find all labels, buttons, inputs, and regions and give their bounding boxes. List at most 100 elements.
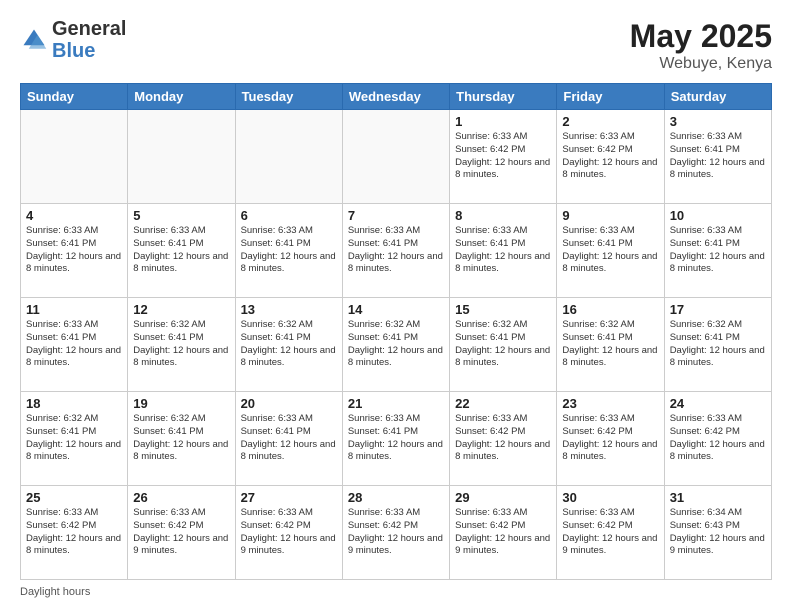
calendar-header-wednesday: Wednesday [342, 84, 449, 110]
day-info: Sunrise: 6:34 AM Sunset: 6:43 PM Dayligh… [670, 507, 766, 558]
calendar-cell: 4Sunrise: 6:33 AM Sunset: 6:41 PM Daylig… [21, 204, 128, 298]
day-number: 10 [670, 208, 766, 223]
day-number: 13 [241, 302, 337, 317]
day-info: Sunrise: 6:33 AM Sunset: 6:41 PM Dayligh… [241, 225, 337, 276]
calendar-week-5: 25 Sunrise: 6:33 AM Sunset: 6:42 PM Dayli… [21, 486, 772, 580]
calendar-cell: 5Sunrise: 6:33 AM Sunset: 6:41 PM Daylig… [128, 204, 235, 298]
calendar-cell: 15 Sunrise: 6:32 AM Sunset: 6:41 PM Dayli… [450, 298, 557, 392]
day-number: 2 [562, 114, 658, 129]
title-month: May 2025 [630, 18, 772, 55]
calendar-cell: 6 Sunrise: 6:33 AM Sunset: 6:41 PM Daylig… [235, 204, 342, 298]
day-number: 27 [241, 490, 337, 505]
day-info: Sunrise: 6:33 AM Sunset: 6:42 PM Dayligh… [562, 507, 658, 558]
footer: Daylight hours [20, 586, 772, 598]
calendar-cell: 14Sunrise: 6:32 AM Sunset: 6:41 PM Dayli… [342, 298, 449, 392]
calendar-table: SundayMondayTuesdayWednesdayThursdayFrid… [20, 83, 772, 580]
calendar-cell: 12 Sunrise: 6:32 AM Sunset: 6:41 PM Dayli… [128, 298, 235, 392]
day-info: Sunrise: 6:33 AM Sunset: 6:42 PM Dayligh… [26, 507, 122, 558]
day-number: 3 [670, 114, 766, 129]
day-number: 20 [241, 396, 337, 411]
calendar-cell: 30Sunrise: 6:33 AM Sunset: 6:42 PM Dayli… [557, 486, 664, 580]
calendar-header-sunday: Sunday [21, 84, 128, 110]
calendar-cell: 19 Sunrise: 6:32 AM Sunset: 6:41 PM Dayli… [128, 392, 235, 486]
day-info: Sunrise: 6:32 AM Sunset: 6:41 PM Dayligh… [26, 413, 122, 464]
day-number: 29 [455, 490, 551, 505]
calendar-cell: 8 Sunrise: 6:33 AM Sunset: 6:41 PM Daylig… [450, 204, 557, 298]
calendar-cell: 1 Sunrise: 6:33 AM Sunset: 6:42 PM Daylig… [450, 110, 557, 204]
calendar-cell: 7 Sunrise: 6:33 AM Sunset: 6:41 PM Daylig… [342, 204, 449, 298]
calendar-week-4: 18 Sunrise: 6:32 AM Sunset: 6:41 PM Dayli… [21, 392, 772, 486]
calendar-cell: 21Sunrise: 6:33 AM Sunset: 6:41 PM Dayli… [342, 392, 449, 486]
calendar-cell [21, 110, 128, 204]
day-number: 21 [348, 396, 444, 411]
day-number: 12 [133, 302, 229, 317]
day-number: 26 [133, 490, 229, 505]
calendar-cell: 25 Sunrise: 6:33 AM Sunset: 6:42 PM Dayli… [21, 486, 128, 580]
day-info: Sunrise: 6:33 AM Sunset: 6:42 PM Dayligh… [133, 507, 229, 558]
calendar-cell: 22 Sunrise: 6:33 AM Sunset: 6:42 PM Dayli… [450, 392, 557, 486]
calendar-header-saturday: Saturday [664, 84, 771, 110]
day-info: Sunrise: 6:33 AM Sunset: 6:41 PM Dayligh… [455, 225, 551, 276]
day-number: 24 [670, 396, 766, 411]
day-info: Sunrise: 6:33 AM Sunset: 6:41 PM Dayligh… [348, 225, 444, 276]
calendar-cell: 31 Sunrise: 6:34 AM Sunset: 6:43 PM Dayli… [664, 486, 771, 580]
calendar-cell [128, 110, 235, 204]
day-number: 28 [348, 490, 444, 505]
day-number: 22 [455, 396, 551, 411]
logo: General Blue [20, 18, 126, 62]
day-info: Sunrise: 6:32 AM Sunset: 6:41 PM Dayligh… [670, 319, 766, 370]
calendar-header-monday: Monday [128, 84, 235, 110]
day-info: Sunrise: 6:33 AM Sunset: 6:41 PM Dayligh… [133, 225, 229, 276]
calendar-cell: 29 Sunrise: 6:33 AM Sunset: 6:42 PM Dayli… [450, 486, 557, 580]
calendar-cell: 9 Sunrise: 6:33 AM Sunset: 6:41 PM Daylig… [557, 204, 664, 298]
logo-blue-text: Blue [52, 40, 95, 62]
day-info: Sunrise: 6:33 AM Sunset: 6:42 PM Dayligh… [562, 131, 658, 182]
day-info: Sunrise: 6:33 AM Sunset: 6:41 PM Dayligh… [26, 319, 122, 370]
day-number: 8 [455, 208, 551, 223]
day-info: Sunrise: 6:33 AM Sunset: 6:41 PM Dayligh… [562, 225, 658, 276]
day-number: 31 [670, 490, 766, 505]
day-info: Sunrise: 6:33 AM Sunset: 6:41 PM Dayligh… [670, 225, 766, 276]
day-number: 15 [455, 302, 551, 317]
calendar-cell: 28 Sunrise: 6:33 AM Sunset: 6:42 PM Dayli… [342, 486, 449, 580]
day-info: Sunrise: 6:33 AM Sunset: 6:42 PM Dayligh… [455, 413, 551, 464]
logo-general-text: General [52, 18, 126, 40]
calendar-cell: 16Sunrise: 6:32 AM Sunset: 6:41 PM Dayli… [557, 298, 664, 392]
calendar-cell: 10 Sunrise: 6:33 AM Sunset: 6:41 PM Dayli… [664, 204, 771, 298]
day-info: Sunrise: 6:32 AM Sunset: 6:41 PM Dayligh… [133, 319, 229, 370]
day-number: 6 [241, 208, 337, 223]
calendar-cell: 24Sunrise: 6:33 AM Sunset: 6:42 PM Dayli… [664, 392, 771, 486]
day-info: Sunrise: 6:32 AM Sunset: 6:41 PM Dayligh… [455, 319, 551, 370]
calendar-cell [342, 110, 449, 204]
day-info: Sunrise: 6:33 AM Sunset: 6:42 PM Dayligh… [348, 507, 444, 558]
calendar-week-3: 11 Sunrise: 6:33 AM Sunset: 6:41 PM Dayli… [21, 298, 772, 392]
calendar-cell: 27Sunrise: 6:33 AM Sunset: 6:42 PM Dayli… [235, 486, 342, 580]
page: General Blue May 2025 Webuye, Kenya Sund… [0, 0, 792, 612]
day-number: 1 [455, 114, 551, 129]
calendar-cell: 26 Sunrise: 6:33 AM Sunset: 6:42 PM Dayli… [128, 486, 235, 580]
day-info: Sunrise: 6:33 AM Sunset: 6:41 PM Dayligh… [670, 131, 766, 182]
day-info: Sunrise: 6:33 AM Sunset: 6:42 PM Dayligh… [455, 131, 551, 182]
day-number: 16 [562, 302, 658, 317]
calendar-header-thursday: Thursday [450, 84, 557, 110]
calendar-cell: 11 Sunrise: 6:33 AM Sunset: 6:41 PM Dayli… [21, 298, 128, 392]
title-block: May 2025 Webuye, Kenya [630, 18, 772, 73]
calendar-cell [235, 110, 342, 204]
calendar-cell: 23Sunrise: 6:33 AM Sunset: 6:42 PM Dayli… [557, 392, 664, 486]
calendar-cell: 17Sunrise: 6:32 AM Sunset: 6:41 PM Dayli… [664, 298, 771, 392]
calendar-cell: 13Sunrise: 6:32 AM Sunset: 6:41 PM Dayli… [235, 298, 342, 392]
calendar-week-1: 1 Sunrise: 6:33 AM Sunset: 6:42 PM Daylig… [21, 110, 772, 204]
day-info: Sunrise: 6:33 AM Sunset: 6:42 PM Dayligh… [562, 413, 658, 464]
day-number: 25 [26, 490, 122, 505]
day-number: 19 [133, 396, 229, 411]
day-number: 9 [562, 208, 658, 223]
day-number: 11 [26, 302, 122, 317]
day-number: 7 [348, 208, 444, 223]
day-info: Sunrise: 6:32 AM Sunset: 6:41 PM Dayligh… [133, 413, 229, 464]
day-number: 18 [26, 396, 122, 411]
title-location: Webuye, Kenya [630, 55, 772, 73]
day-info: Sunrise: 6:33 AM Sunset: 6:42 PM Dayligh… [455, 507, 551, 558]
calendar-cell: 20Sunrise: 6:33 AM Sunset: 6:41 PM Dayli… [235, 392, 342, 486]
header: General Blue May 2025 Webuye, Kenya [20, 18, 772, 73]
day-number: 4 [26, 208, 122, 223]
